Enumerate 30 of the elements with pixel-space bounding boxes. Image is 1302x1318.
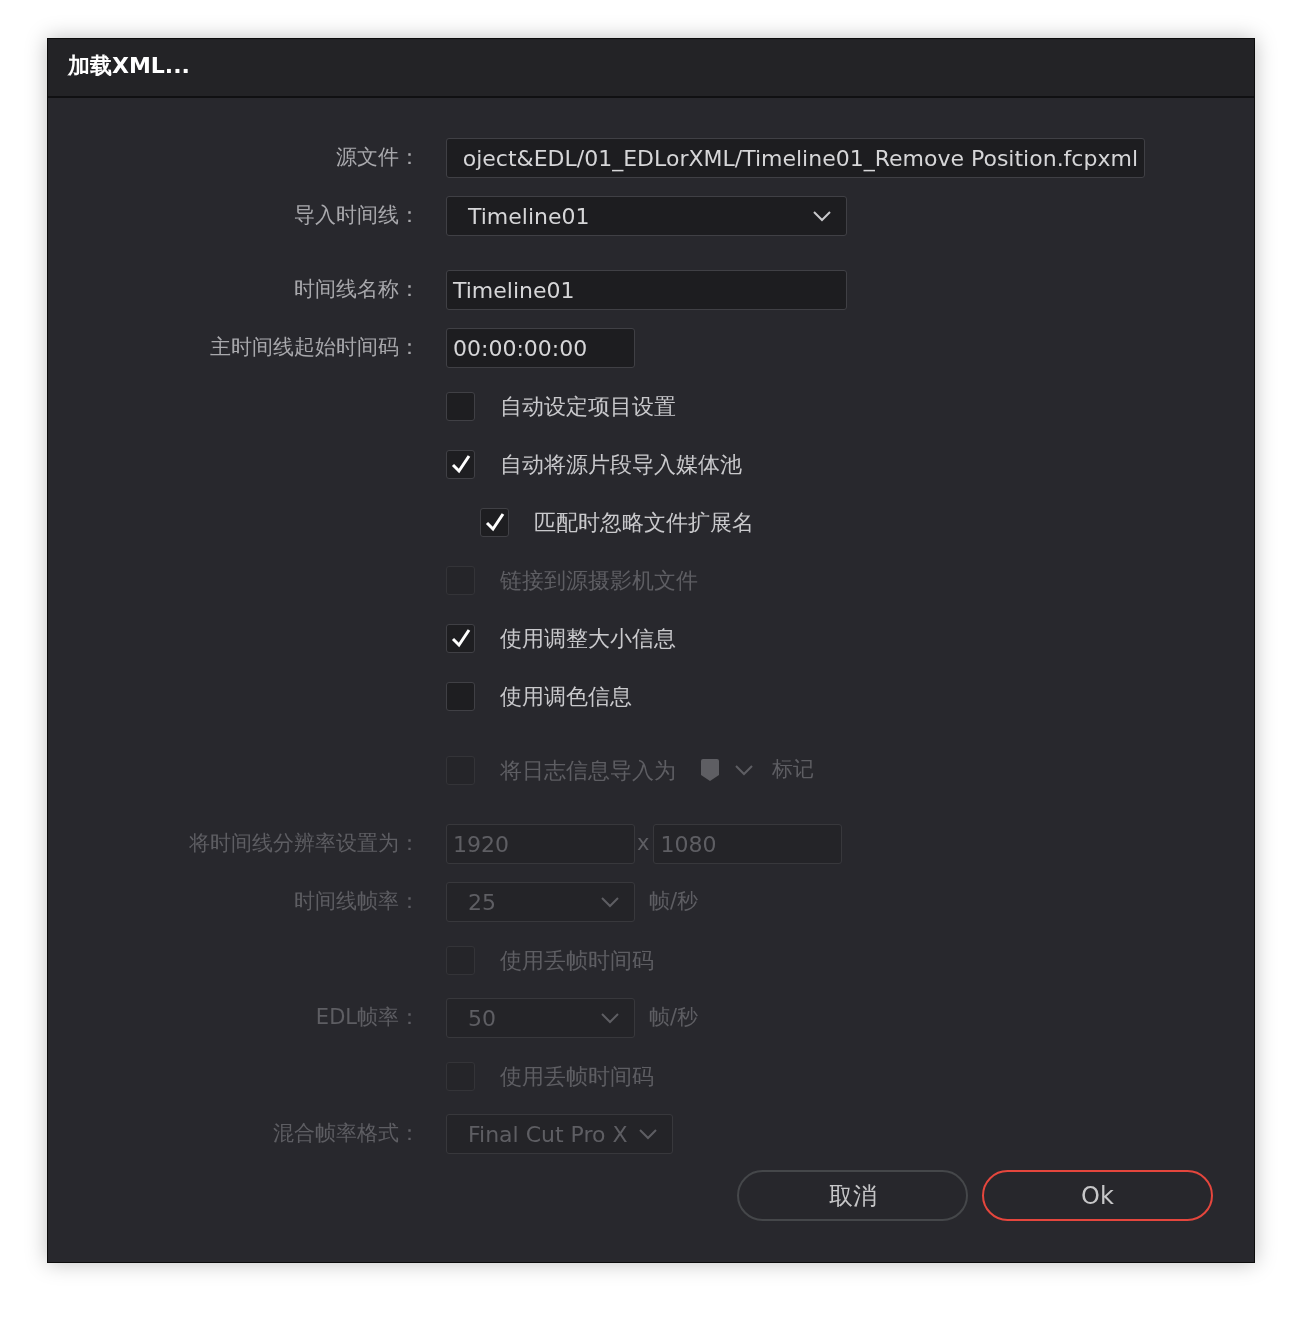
ok-button[interactable]: Ok xyxy=(982,1170,1213,1221)
checkbox[interactable] xyxy=(446,681,475,711)
checkbox[interactable] xyxy=(480,507,509,537)
window-title: 加载XML... xyxy=(68,53,190,78)
checkbox[interactable] xyxy=(446,449,475,479)
checkmark-icon xyxy=(449,453,472,475)
checkbox[interactable] xyxy=(446,391,475,421)
checkmark-icon xyxy=(483,511,506,533)
cancel-button[interactable]: 取消 xyxy=(737,1170,968,1221)
checkbox[interactable] xyxy=(446,623,475,653)
checkbox-label: 匹配时忽略文件扩展名 xyxy=(534,508,754,537)
checkbox-label: 自动将源片段导入媒体池 xyxy=(500,450,742,479)
field-label: 导入时间线： xyxy=(294,203,420,228)
text-field[interactable]: oject&EDL/01_EDLorXML/Timeline01_Remove Position.fcpxml xyxy=(446,138,1145,178)
chevron-down-icon xyxy=(637,1128,658,1140)
text-field[interactable]: Timeline01 xyxy=(446,270,847,310)
checkmark-icon xyxy=(449,627,472,649)
chevron-down-icon xyxy=(734,764,754,776)
checkbox-label: 自动设定项目设置 xyxy=(500,392,676,421)
marker-icon xyxy=(700,758,720,782)
chevron-down-icon xyxy=(600,1012,620,1024)
chevron-down-icon xyxy=(600,896,620,908)
field-label: 主时间线起始时间码： xyxy=(210,335,420,360)
chevron-down-icon xyxy=(812,210,832,222)
field-label: 时间线名称： xyxy=(294,277,420,302)
checkbox-label: 使用调整大小信息 xyxy=(500,624,676,653)
checkbox-label: 使用调色信息 xyxy=(500,682,632,711)
text-field[interactable]: 00:00:00:00 xyxy=(446,328,635,368)
field-label: 源文件： xyxy=(336,145,420,170)
dropdown[interactable]: Timeline01 xyxy=(446,196,847,236)
